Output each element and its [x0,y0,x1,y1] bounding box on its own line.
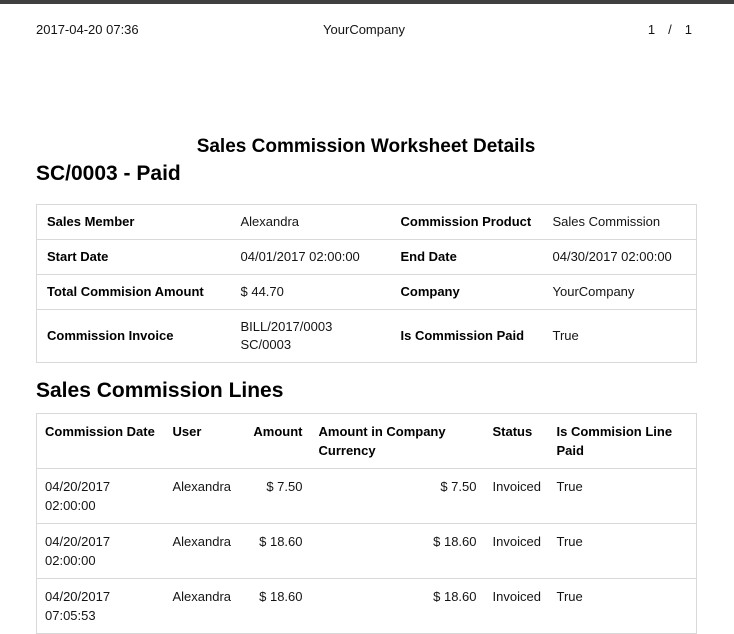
lines-row: 04/20/2017 02:00:00 Alexandra $ 7.50 $ 7… [37,469,697,524]
summary-row: Commission Invoice BILL/2017/0003 SC/000… [37,310,697,363]
report-title: Sales Commission Worksheet Details [36,136,696,158]
commission-lines-table: Commission Date User Amount Amount in Co… [36,413,697,634]
page-total: 1 [685,21,692,39]
summary-value-cell: $ 44.70 [231,275,391,310]
summary-row: Start Date 04/01/2017 02:00:00 End Date … [37,240,697,275]
lines-header-cell: User [165,414,243,469]
summary-label-cell: Total Commision Amount [37,275,231,310]
header-pagination: 1 / 1 [473,21,692,39]
commission-date-cell: 04/20/2017 02:00:00 [37,469,165,524]
report-body: Sales Commission Worksheet Details SC/00… [0,136,734,634]
summary-value-cell: 04/30/2017 02:00:00 [543,240,697,275]
status-cell: Invoiced [485,579,549,634]
status-cell: Invoiced [485,524,549,579]
summary-label-cell: Is Commission Paid [391,310,543,363]
summary-value-cell: Alexandra [231,205,391,240]
page-number: 1 [648,21,655,39]
amount-cell: $ 18.60 [243,524,311,579]
user-cell: Alexandra [165,579,243,634]
lines-section-heading: Sales Commission Lines [36,379,696,403]
summary-label-cell: Start Date [37,240,231,275]
summary-value-cell: BILL/2017/0003 SC/0003 [231,310,391,363]
status-cell: Invoiced [485,469,549,524]
lines-header-cell: Is Commision Line Paid [549,414,697,469]
is-paid-cell: True [549,469,697,524]
lines-header-cell: Commission Date [37,414,165,469]
lines-header-cell: Amount in Company Currency [311,414,485,469]
summary-value-cell: 04/01/2017 02:00:00 [231,240,391,275]
summary-value-cell: Sales Commission [543,205,697,240]
amount-company-currency-cell: $ 18.60 [311,579,485,634]
page-separator: / [668,21,672,39]
user-cell: Alexandra [165,524,243,579]
summary-row: Sales Member Alexandra Commission Produc… [37,205,697,240]
summary-label-cell: Company [391,275,543,310]
is-paid-cell: True [549,579,697,634]
summary-label-cell: Commission Product [391,205,543,240]
amount-cell: $ 18.60 [243,579,311,634]
lines-header-cell: Status [485,414,549,469]
summary-label-cell: End Date [391,240,543,275]
summary-value-cell: True [543,310,697,363]
worksheet-heading: SC/0003 - Paid [36,162,696,186]
summary-value-cell: YourCompany [543,275,697,310]
user-cell: Alexandra [165,469,243,524]
amount-cell: $ 7.50 [243,469,311,524]
amount-company-currency-cell: $ 18.60 [311,524,485,579]
summary-label-cell: Commission Invoice [37,310,231,363]
is-paid-cell: True [549,524,697,579]
report-header: 2017-04-20 07:36 YourCompany 1 / 1 [0,4,734,39]
commission-date-cell: 04/20/2017 07:05:53 [37,579,165,634]
commission-date-cell: 04/20/2017 02:00:00 [37,524,165,579]
lines-row: 04/20/2017 07:05:53 Alexandra $ 18.60 $ … [37,579,697,634]
summary-label-cell: Sales Member [37,205,231,240]
summary-row: Total Commision Amount $ 44.70 Company Y… [37,275,697,310]
header-datetime: 2017-04-20 07:36 [36,21,255,39]
report-page: 2017-04-20 07:36 YourCompany 1 / 1 Sales… [0,0,734,634]
lines-header-cell: Amount [243,414,311,469]
header-company-name: YourCompany [255,21,474,39]
amount-company-currency-cell: $ 7.50 [311,469,485,524]
lines-row: 04/20/2017 02:00:00 Alexandra $ 18.60 $ … [37,524,697,579]
lines-header-row: Commission Date User Amount Amount in Co… [37,414,697,469]
summary-table: Sales Member Alexandra Commission Produc… [36,204,697,363]
